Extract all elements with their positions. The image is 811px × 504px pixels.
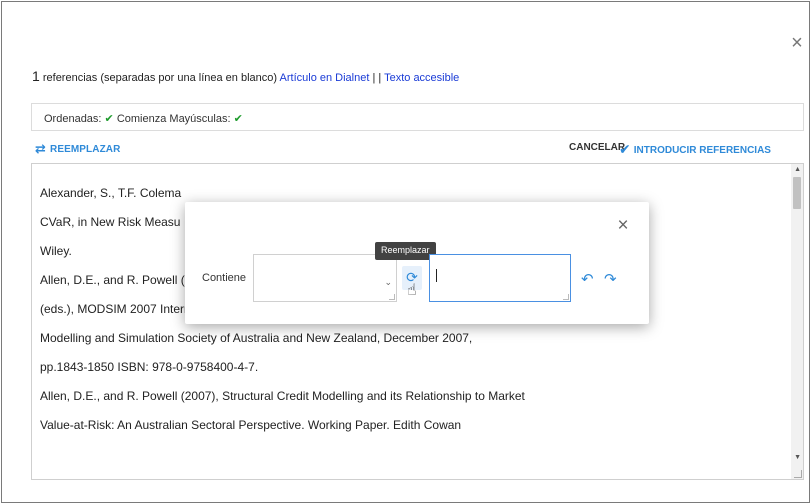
reference-line: Alexander, S., T.F. Colema (40, 186, 182, 200)
replace-button[interactable]: ⇄ REEMPLAZAR (35, 141, 120, 157)
resize-grip-icon[interactable] (389, 294, 395, 300)
dialnet-article-link[interactable]: Artículo en Dialnet (280, 72, 370, 84)
check-icon: ✔ (104, 113, 114, 125)
replace-input[interactable] (429, 254, 571, 302)
hand-cursor-icon: ☝ (407, 282, 417, 299)
reference-line: CVaR, in New Risk Measu (40, 215, 181, 229)
validation-status-bar: Ordenadas: ✔ Comienza Mayúsculas: ✔ (31, 103, 804, 131)
references-header: 1 referencias (separadas por una línea e… (32, 68, 459, 84)
reference-line: Allen, D.E., and R. Powell (2007), Struc… (40, 389, 525, 403)
checkmark-icon: ✔ (619, 141, 631, 157)
ordenadas-label: Ordenadas: (44, 113, 105, 125)
scroll-down-icon[interactable]: ▼ (794, 454, 801, 461)
popup-close-icon[interactable]: × (613, 215, 633, 237)
scrollbar-thumb[interactable] (793, 177, 801, 209)
link-separator: | | (369, 72, 385, 84)
enter-references-button[interactable]: ✔ INTRODUCIR REFERENCIAS (619, 141, 771, 158)
redo-icon[interactable]: ↷ (604, 270, 617, 288)
scroll-up-icon[interactable]: ▲ (794, 166, 801, 173)
check-icon: ✔ (233, 113, 243, 125)
cancel-button[interactable]: CANCELAR (569, 142, 625, 153)
find-replace-popup: × Contiene ⌄ Reemplazar ⟳ ☝ ↶ ↷ (185, 202, 649, 324)
undo-icon[interactable]: ↶ (581, 270, 594, 288)
chevron-down-icon[interactable]: ⌄ (384, 277, 392, 288)
enter-references-label: INTRODUCIR REFERENCIAS (633, 145, 771, 156)
modal-close-icon[interactable]: × (787, 33, 807, 53)
replace-button-label: REEMPLAZAR (50, 144, 121, 155)
contiene-label: Contiene (202, 272, 247, 284)
replace-icon: ⇄ (35, 141, 46, 156)
mayusculas-label: Comienza Mayúsculas: (113, 113, 234, 125)
search-input[interactable]: ⌄ (253, 254, 397, 302)
resize-grip-icon[interactable] (794, 470, 802, 478)
references-count: 1 (32, 68, 40, 84)
resize-grip-icon[interactable] (563, 294, 569, 300)
reference-line: pp.1843-1850 ISBN: 978-0-9758400-4-7. (40, 360, 259, 374)
reference-line: Value-at-Risk: An Australian Sectoral Pe… (40, 418, 462, 432)
reference-line: Wiley. (40, 244, 72, 258)
textarea-scrollbar[interactable]: ▲ ▼ (791, 164, 803, 479)
references-toolbar: ⇄ REEMPLAZAR CANCELAR ✔ INTRODUCIR REFEREN… (31, 140, 804, 158)
references-description: referencias (separadas por una línea en … (39, 72, 280, 84)
replace-tooltip: Reemplazar (375, 242, 436, 260)
text-caret (436, 269, 437, 282)
reference-line: Allen, D.E., and R. Powell ( (40, 273, 185, 287)
accessible-text-link[interactable]: Texto accesible (384, 72, 459, 84)
reference-line: Modelling and Simulation Society of Aust… (40, 331, 473, 345)
